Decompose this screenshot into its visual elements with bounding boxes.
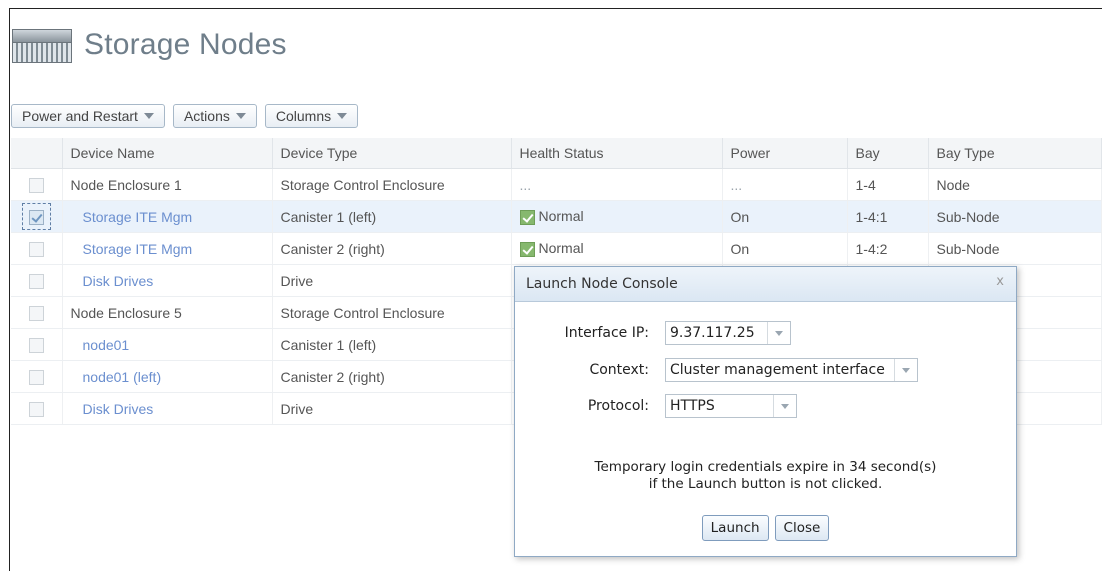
context-value: Cluster management interface [670, 362, 885, 378]
row-checkbox[interactable] [28, 369, 44, 385]
column-header-health-status[interactable]: Health Status [511, 138, 723, 169]
context-select[interactable]: Cluster management interface [665, 358, 918, 382]
page-title: Storage Nodes [84, 28, 287, 61]
power-and-restart-label: Power and Restart [22, 108, 138, 124]
status-normal-icon [519, 209, 535, 225]
bay-type: Sub-Node [928, 200, 1102, 233]
context-label: Context: [589, 362, 649, 378]
bay-type: Node [928, 168, 1102, 201]
columns-button[interactable]: Columns [264, 104, 359, 128]
interface-ip-label: Interface IP: [564, 325, 649, 341]
launch-button[interactable]: Launch [701, 515, 769, 541]
select-column-header[interactable] [11, 138, 63, 169]
table-row[interactable]: Storage ITE Mgm Canister 1 (left) Normal… [11, 200, 1102, 233]
device-type: Canister 2 (right) [272, 232, 512, 265]
device-type: Canister 2 (right) [272, 360, 512, 393]
device-name-link[interactable]: node01 [62, 328, 273, 361]
row-checkbox[interactable] [28, 209, 44, 225]
device-name-link[interactable]: Disk Drives [62, 392, 273, 425]
row-checkbox[interactable] [28, 241, 44, 257]
bay: 1-4 [847, 168, 929, 201]
column-header-bay-type[interactable]: Bay Type [928, 138, 1102, 169]
storage-enclosure-icon [12, 27, 72, 63]
expiry-message-line1: Temporary login credentials expire in 34… [594, 459, 937, 475]
device-type: Canister 1 (left) [272, 200, 512, 233]
row-checkbox [28, 305, 44, 321]
actions-label: Actions [183, 108, 230, 124]
column-header-device-name[interactable]: Device Name [62, 138, 273, 169]
interface-ip-row: Interface IP: 9.37.117.25 [515, 321, 791, 345]
dialog-buttons: Launch Close [515, 515, 1016, 541]
health-status: Normal [511, 232, 723, 265]
chevron-down-icon [143, 113, 154, 119]
table-header-row: Device Name Device Type Health Status Po… [11, 138, 1102, 169]
chevron-down-icon [235, 113, 246, 119]
close-icon[interactable]: x [996, 274, 1004, 289]
chevron-down-icon [337, 113, 348, 119]
close-button[interactable]: Close [774, 515, 830, 541]
columns-label: Columns [275, 108, 332, 124]
protocol-value: HTTPS [670, 398, 715, 414]
column-header-power[interactable]: Power [722, 138, 848, 169]
table-row[interactable]: Node Enclosure 1 Storage Control Enclosu… [11, 168, 1102, 201]
context-row: Context: Cluster management interface [515, 358, 918, 382]
status-normal-icon [519, 241, 535, 257]
row-checkbox[interactable] [28, 337, 44, 353]
dropdown-arrow-icon [773, 395, 796, 417]
power-status: On [722, 200, 848, 233]
toolbar: Power and Restart Actions Columns [11, 104, 359, 128]
health-status: ... [511, 168, 723, 201]
column-header-bay[interactable]: Bay [847, 138, 929, 169]
bay-type: Sub-Node [928, 232, 1102, 265]
device-type: Storage Control Enclosure [272, 168, 512, 201]
dropdown-arrow-icon [767, 322, 790, 344]
power-and-restart-button[interactable]: Power and Restart [11, 104, 165, 128]
protocol-label: Protocol: [587, 398, 649, 414]
row-checkbox [28, 401, 44, 417]
expiry-message-line2: if the Launch button is not clicked. [648, 476, 883, 492]
column-header-device-type[interactable]: Device Type [272, 138, 512, 169]
device-name: Node Enclosure 1 [62, 168, 273, 201]
row-checkbox [28, 177, 44, 193]
device-type: Drive [272, 392, 512, 425]
device-name-link[interactable]: node01 (left) [62, 360, 273, 393]
actions-button[interactable]: Actions [172, 104, 257, 128]
bay: 1-4:1 [847, 200, 929, 233]
launch-node-console-dialog: Launch Node Console x Interface IP: 9.37… [514, 266, 1017, 557]
device-name: Node Enclosure 5 [62, 296, 273, 329]
interface-ip-value: 9.37.117.25 [670, 325, 755, 341]
power-status: ... [722, 168, 848, 201]
health-status: Normal [511, 200, 723, 233]
device-name-link[interactable]: Storage ITE Mgm [62, 232, 273, 265]
page-header: Storage Nodes [12, 20, 287, 70]
protocol-select[interactable]: HTTPS [665, 394, 797, 418]
expiry-message: Temporary login credentials expire in 34… [515, 459, 1016, 493]
dropdown-arrow-icon [894, 359, 917, 381]
protocol-row: Protocol: HTTPS [515, 394, 797, 418]
device-name-link[interactable]: Storage ITE Mgm [62, 200, 273, 233]
dialog-title: Launch Node Console [526, 276, 678, 292]
row-checkbox [28, 273, 44, 289]
dialog-header[interactable]: Launch Node Console x [515, 267, 1016, 302]
power-status: On [722, 232, 848, 265]
interface-ip-select[interactable]: 9.37.117.25 [665, 321, 791, 345]
device-name-link[interactable]: Disk Drives [62, 264, 273, 297]
device-type: Drive [272, 264, 512, 297]
device-type: Storage Control Enclosure [272, 296, 512, 329]
table-row[interactable]: Storage ITE Mgm Canister 2 (right) Norma… [11, 232, 1102, 265]
bay: 1-4:2 [847, 232, 929, 265]
device-type: Canister 1 (left) [272, 328, 512, 361]
